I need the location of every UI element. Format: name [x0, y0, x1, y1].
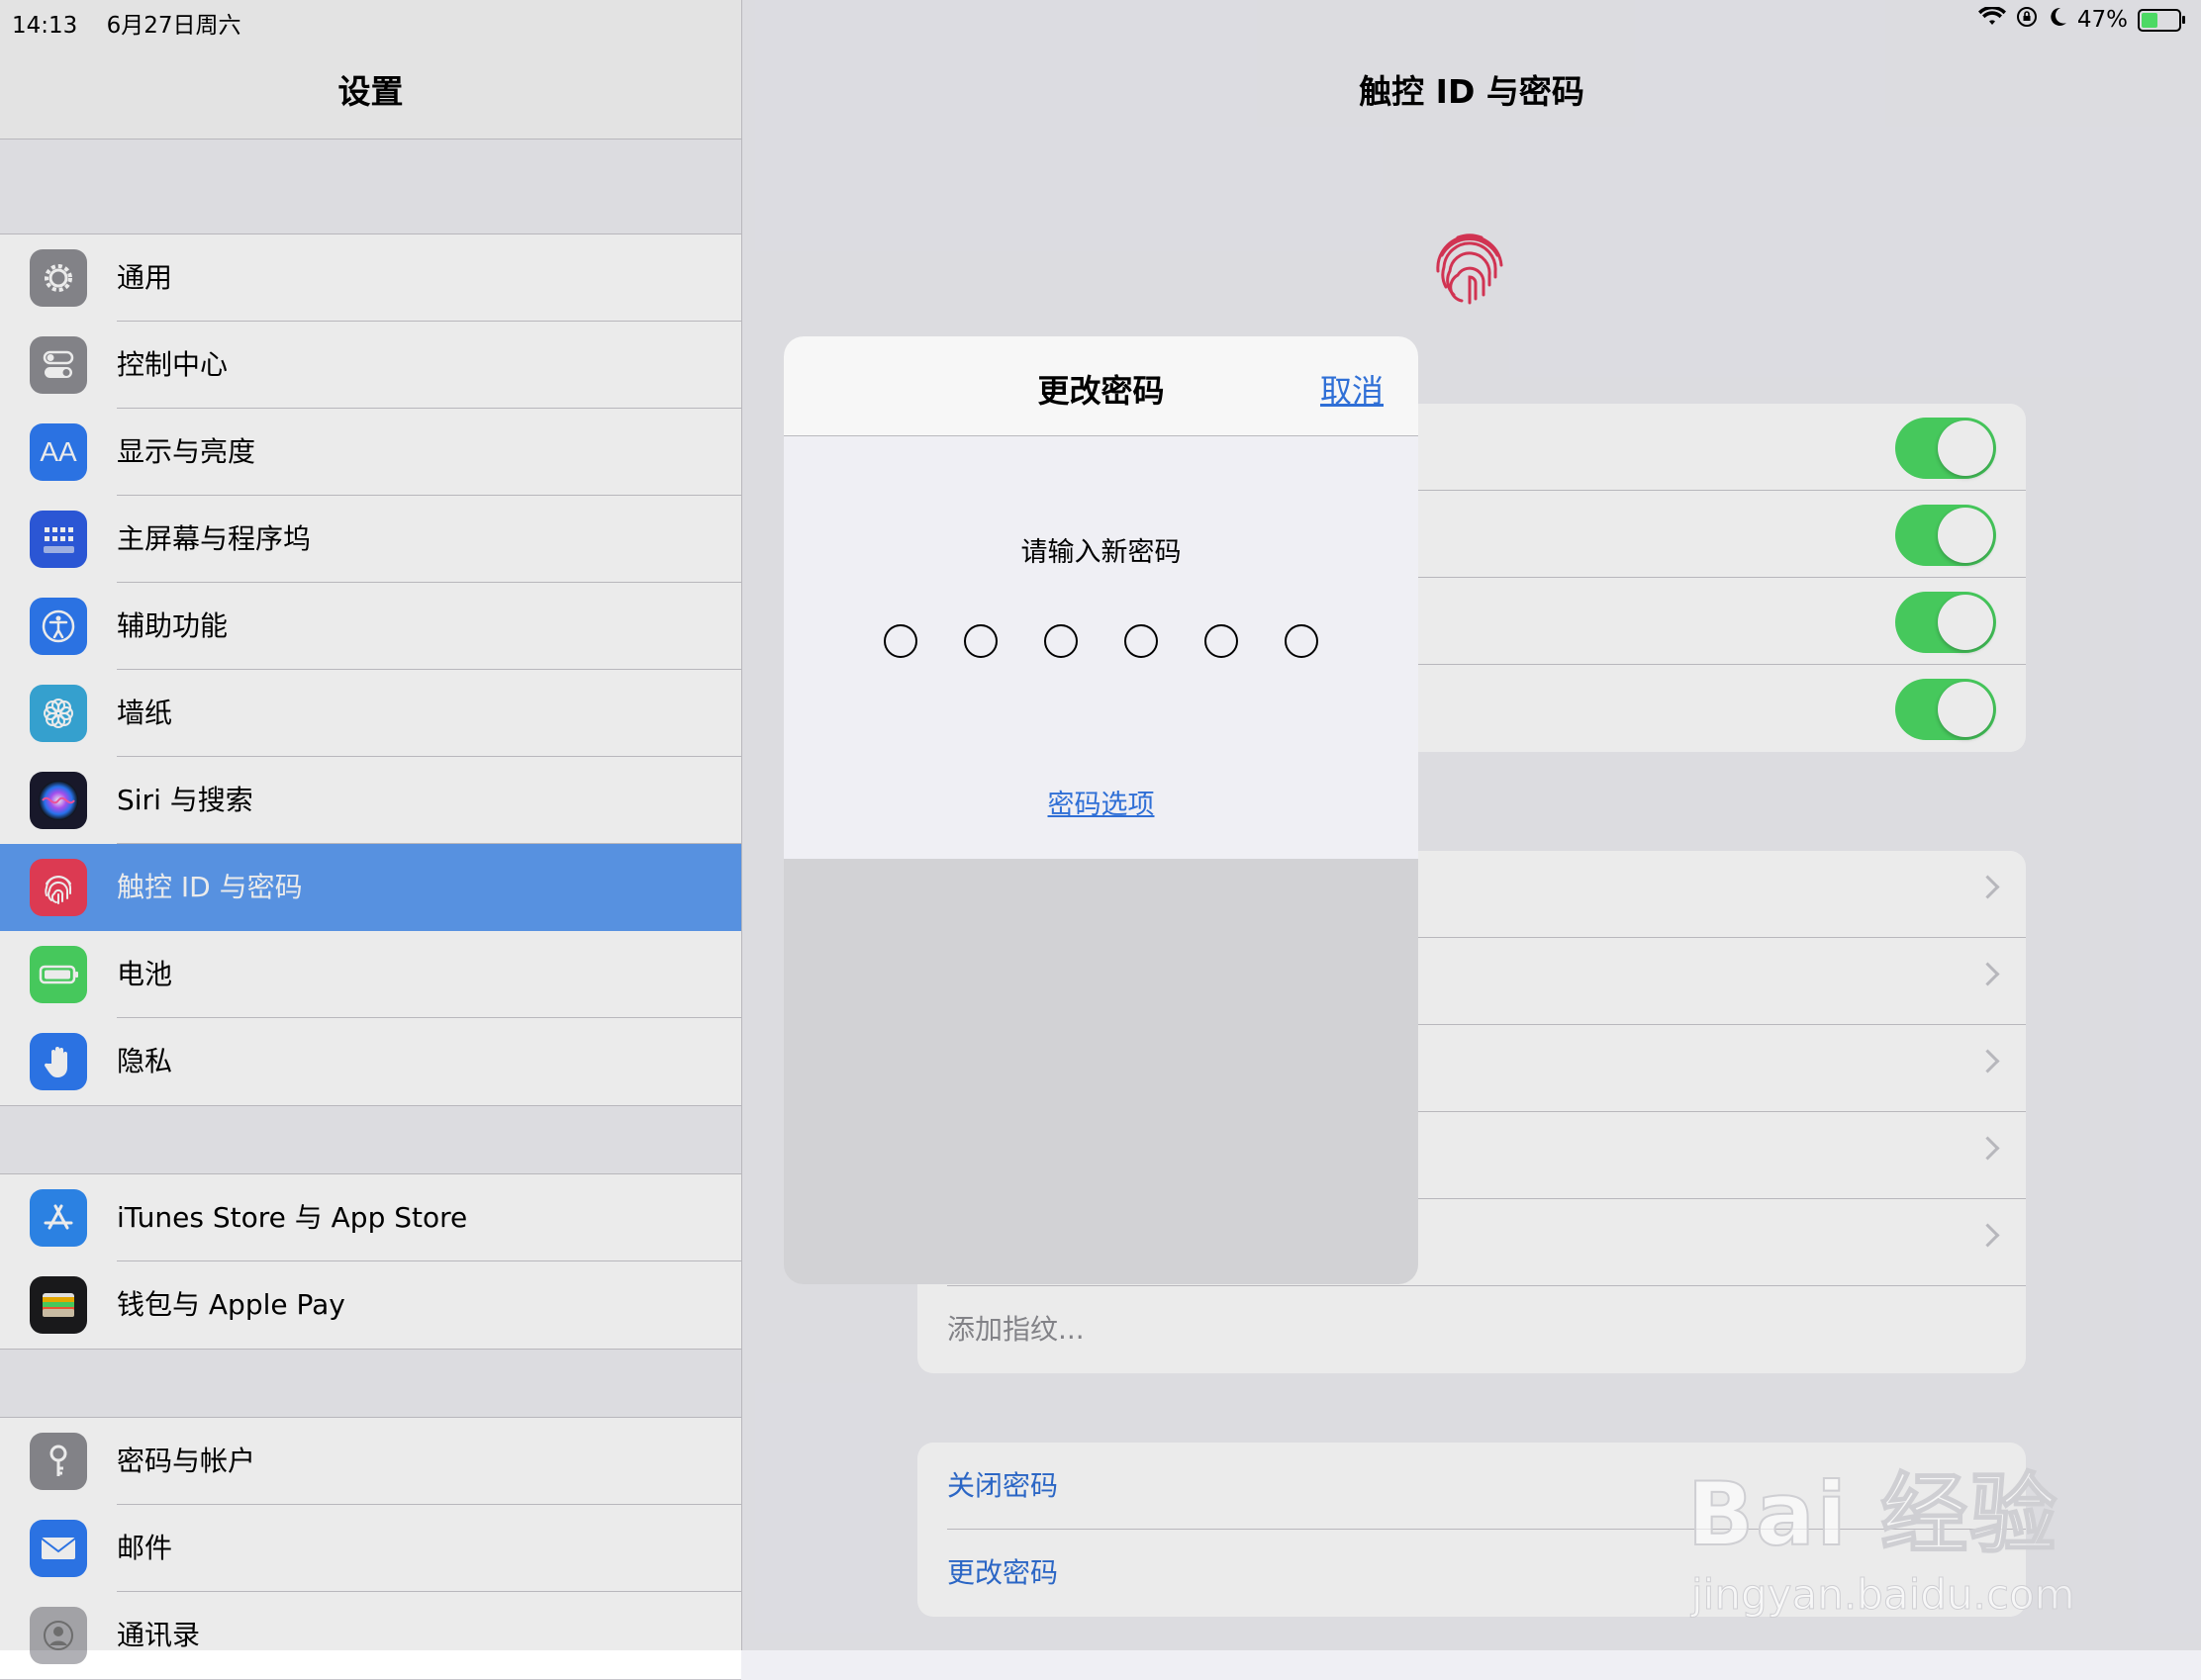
passcode-dot [1204, 624, 1238, 658]
sidebar-item[interactable]: iTunes Store 与 App Store [0, 1174, 741, 1261]
watermark-line2: jingyan.baidu.com [1691, 1570, 2076, 1620]
moon-icon [2048, 6, 2067, 34]
sidebar-item[interactable]: 隐私 [0, 1018, 741, 1105]
cancel-button[interactable]: 取消 [1320, 366, 1384, 412]
sidebar-item-label: 主屏幕与程序坞 [117, 522, 312, 555]
sidebar-item[interactable]: 主屏幕与程序坞 [0, 496, 741, 583]
passcode-prompt: 请输入新密码 [1020, 537, 1182, 568]
sidebar-item[interactable]: 触控 ID 与密码 [0, 844, 741, 931]
baidu-watermark: Bai 经验 jingyan.baidu.com [1686, 1445, 2076, 1620]
add-fingerprint-row[interactable]: 添加指纹... [917, 1286, 2026, 1373]
sidebar-item-label: 隐私 [117, 1045, 173, 1077]
chevron-right-icon [1975, 875, 2000, 899]
turn-off-passcode-label: 关闭密码 [947, 1469, 1059, 1502]
mail-icon [30, 1520, 87, 1577]
text-size-icon: AA [30, 423, 87, 481]
wifi-icon [1977, 5, 2006, 33]
sidebar-item[interactable]: Siri 与搜索 [0, 757, 741, 844]
sidebar-item-label: 通讯录 [117, 1619, 201, 1651]
contacts-icon [30, 1607, 87, 1664]
sidebar-item[interactable]: 电池 [0, 931, 741, 1018]
toggle-switch[interactable] [1895, 505, 1996, 566]
status-date: 6月27日周六 [106, 13, 241, 39]
sidebar-item[interactable]: 控制中心 [0, 322, 741, 409]
settings-group-2: iTunes Store 与 App Store 钱包与 Apple Pay [0, 1173, 741, 1350]
key-icon [30, 1433, 87, 1490]
modal-header: 更改密码 取消 [784, 336, 1418, 436]
sidebar-item[interactable]: 钱包与 Apple Pay [0, 1261, 741, 1349]
passcode-dot [884, 624, 917, 658]
sidebar-item[interactable]: 通用 [0, 234, 741, 322]
sidebar-item[interactable]: 密码与帐户 [0, 1418, 741, 1505]
sidebar-title: 设置 [337, 72, 404, 111]
battery-icon [30, 946, 87, 1003]
settings-group-1: 通用控制中心 AA 显示与亮度主屏幕与程序坞 辅助功能墙纸 Siri 与搜索触控 ID … [0, 233, 741, 1106]
battery-percent: 47% [2076, 7, 2128, 33]
settings-group-3: 密码与帐户邮件通讯录 [0, 1417, 741, 1680]
app-store-icon [30, 1189, 87, 1247]
grid-icon [30, 511, 87, 568]
status-time: 14:13 [12, 13, 78, 39]
watermark-line1: Bai 经验 [1686, 1462, 2059, 1566]
sidebar-item-label: 钱包与 Apple Pay [117, 1288, 345, 1321]
sidebar-item-label: 邮件 [117, 1532, 173, 1564]
sidebar-item[interactable]: 邮件 [0, 1505, 741, 1592]
modal-body: 请输入新密码 密码选项 [784, 436, 1418, 859]
passcode-options-link[interactable]: 密码选项 [784, 783, 1418, 821]
sidebar-item[interactable]: 墙纸 [0, 670, 741, 757]
chevron-right-icon [1975, 1136, 2000, 1161]
sidebar-item-label: 触控 ID 与密码 [117, 871, 303, 903]
fingerprint-icon [30, 859, 87, 916]
sidebar-item-label: 墙纸 [117, 697, 173, 729]
detail-title: 触控 ID 与密码 [1359, 72, 1584, 111]
accessibility-icon [30, 598, 87, 655]
sidebar-item-label: 显示与亮度 [117, 435, 256, 468]
sidebar-item-label: 电池 [117, 958, 173, 990]
battery-indicator [2138, 8, 2185, 32]
fingerprint-icon [1436, 233, 1503, 305]
chevron-right-icon [1975, 1049, 2000, 1073]
sidebar-item-label: 控制中心 [117, 348, 229, 381]
wallet-icon [30, 1276, 87, 1334]
hand-icon [30, 1033, 87, 1090]
change-passcode-label: 更改密码 [947, 1556, 1059, 1589]
flower-icon [30, 685, 87, 742]
sidebar-item[interactable]: 通讯录 [0, 1592, 741, 1679]
toggle-switch[interactable] [1895, 418, 1996, 479]
passcode-dot [964, 624, 998, 658]
gear-icon [30, 249, 87, 307]
orientation-lock-icon [2016, 6, 2038, 34]
sidebar-item[interactable]: 辅助功能 [0, 583, 741, 670]
sidebar-item-label: Siri 与搜索 [117, 784, 253, 816]
add-fingerprint-label: 添加指纹... [947, 1313, 1085, 1346]
status-bar: 14:13 6月27日周六 47% [0, 0, 2201, 40]
chevron-right-icon [1975, 962, 2000, 986]
chevron-right-icon [1975, 1223, 2000, 1248]
siri-icon [30, 772, 87, 829]
passcode-dot [1044, 624, 1078, 658]
settings-sidebar: 设置 通用控制中心 AA 显示与亮度主屏幕与程序坞 辅助功能墙纸 Siri 与搜索触控 … [0, 0, 742, 1680]
sidebar-item-label: 辅助功能 [117, 609, 229, 642]
sidebar-item-label: 密码与帐户 [117, 1445, 256, 1477]
change-passcode-modal: 更改密码 取消 请输入新密码 密码选项 [784, 336, 1418, 1284]
sidebar-item-label: 通用 [117, 261, 173, 294]
toggle-switch[interactable] [1895, 592, 1996, 653]
toggles-icon [30, 336, 87, 394]
sidebar-item[interactable]: AA 显示与亮度 [0, 409, 741, 496]
sidebar-item-label: iTunes Store 与 App Store [117, 1201, 468, 1234]
passcode-dot [1124, 624, 1158, 658]
passcode-dots [784, 624, 1418, 658]
passcode-dot [1285, 624, 1318, 658]
toggle-switch[interactable] [1895, 679, 1996, 740]
